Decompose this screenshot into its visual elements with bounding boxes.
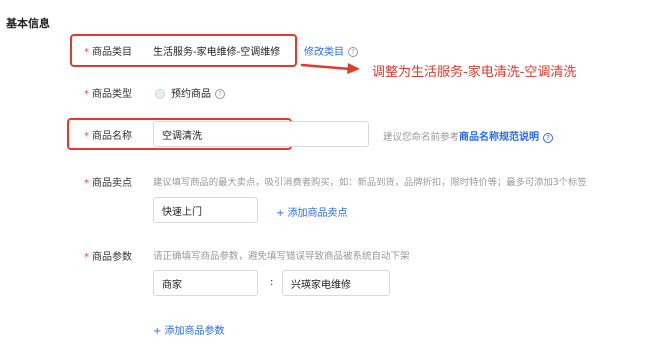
param-value-input[interactable]: 兴瑛家电维修 [282, 270, 390, 296]
params-hint: 请正确填写商品参数，避免填写错误导致商品被系统自动下架 [153, 248, 410, 262]
params-label: *商品参数 [84, 248, 132, 263]
required-mark: * [84, 47, 89, 58]
radio-icon[interactable] [155, 89, 165, 99]
product-name-hint: 建议您命名前参考商品名称规范说明? [383, 128, 553, 143]
annotation-text: 调整为生活服务-家电清洗-空调清洗 [372, 61, 576, 80]
category-value: 生活服务-家电维修-空调维修 [153, 43, 280, 58]
required-mark: * [84, 89, 89, 100]
required-mark: * [84, 178, 89, 189]
selling-point-input[interactable]: 快速上门 [153, 197, 258, 223]
selling-points-label: *商品卖点 [84, 174, 132, 189]
param-key-input[interactable]: 商家 [153, 270, 258, 296]
product-name-input[interactable]: 空调清洗 [153, 121, 369, 147]
section-title: 基本信息 [6, 15, 50, 31]
selling-points-hint: 建议填写商品的最大卖点，吸引消费者购买，如：新品到货，品牌折扣，限时特价等；最多… [153, 174, 587, 188]
edit-category-group: 修改类目? [304, 43, 358, 58]
product-name-label: *商品名称 [84, 127, 132, 142]
required-mark: * [84, 252, 89, 263]
help-icon[interactable]: ? [215, 89, 225, 99]
required-mark: * [84, 131, 89, 142]
category-label: *商品类目 [84, 43, 132, 58]
product-type-option: 预约商品 [171, 89, 211, 100]
annotation-arrow-icon [300, 58, 366, 78]
add-selling-point-link[interactable]: + 添加商品卖点 [276, 204, 348, 219]
param-separator: : [270, 277, 273, 288]
help-icon[interactable]: ? [348, 47, 358, 57]
help-icon[interactable]: ? [543, 133, 553, 143]
product-type-radio-group[interactable]: 预约商品? [155, 85, 225, 100]
edit-category-link[interactable]: 修改类目 [304, 47, 344, 58]
add-param-link[interactable]: + 添加商品参数 [153, 322, 225, 337]
product-type-label: *商品类型 [84, 85, 132, 100]
naming-guide-link[interactable]: 商品名称规范说明 [459, 132, 539, 143]
